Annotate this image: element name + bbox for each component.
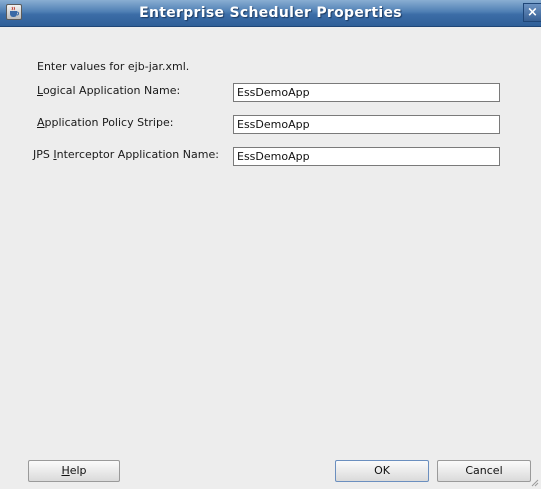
button-label: elp bbox=[69, 464, 87, 477]
cancel-button[interactable]: Cancel bbox=[437, 460, 531, 482]
dialog-content: Enter values for ejb-jar.xml. Logical Ap… bbox=[0, 27, 541, 489]
application-policy-stripe-input[interactable] bbox=[233, 115, 500, 134]
dialog-window: Enterprise Scheduler Properties × Enter … bbox=[0, 0, 541, 489]
logical-application-name-label: Logical Application Name: bbox=[37, 84, 180, 97]
dialog-title: Enterprise Scheduler Properties bbox=[139, 5, 402, 21]
button-mnemonic: H bbox=[61, 464, 70, 477]
application-policy-stripe-label: Application Policy Stripe: bbox=[37, 116, 173, 129]
jps-interceptor-application-name-input[interactable] bbox=[233, 147, 500, 166]
jps-interceptor-application-name-label: JPS Interceptor Application Name: bbox=[33, 148, 219, 161]
label-prefix: JPS bbox=[33, 148, 54, 161]
label-mnemonic: A bbox=[37, 116, 45, 129]
title-bar[interactable]: Enterprise Scheduler Properties × bbox=[0, 0, 541, 27]
help-button[interactable]: Help bbox=[28, 460, 120, 482]
label-text: pplication Policy Stripe: bbox=[44, 116, 174, 129]
logical-application-name-input[interactable] bbox=[233, 83, 500, 102]
close-icon[interactable]: × bbox=[523, 3, 541, 22]
ok-button[interactable]: OK bbox=[335, 460, 429, 482]
resize-grip-icon[interactable] bbox=[531, 479, 539, 487]
intro-text: Enter values for ejb-jar.xml. bbox=[37, 60, 190, 73]
label-text: ogical Application Name: bbox=[42, 84, 181, 97]
label-text: nterceptor Application Name: bbox=[56, 148, 219, 161]
